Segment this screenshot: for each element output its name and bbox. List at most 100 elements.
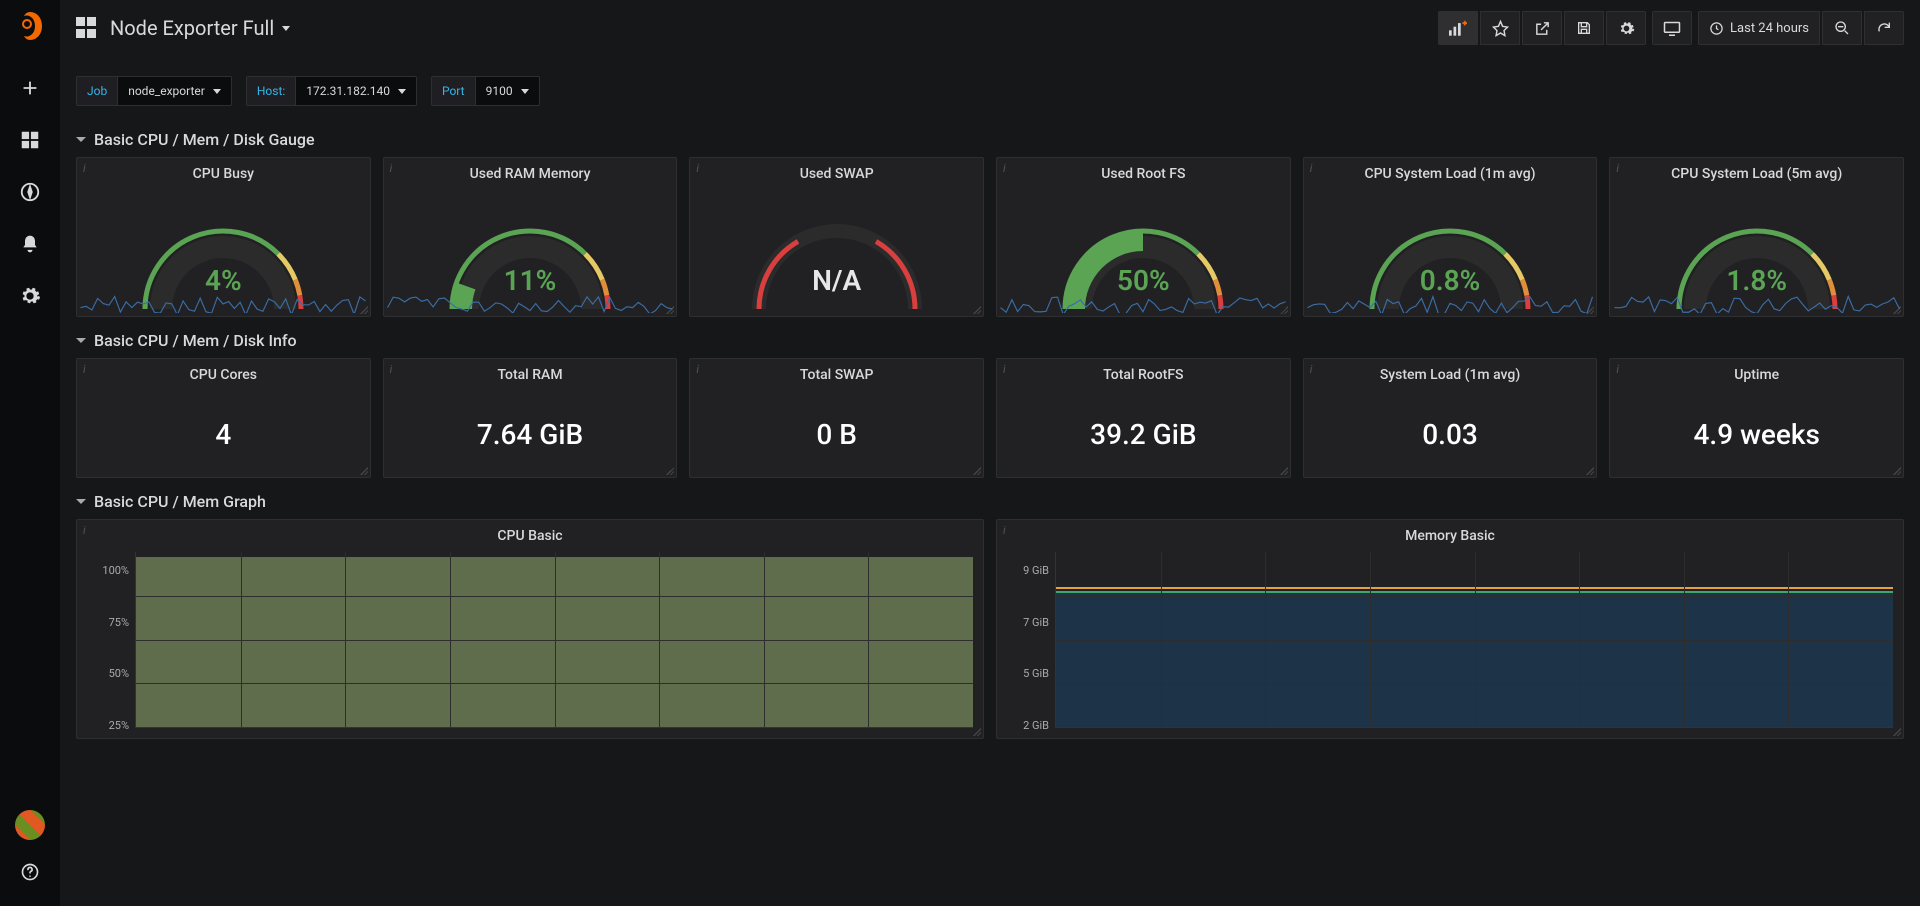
row-title: Basic CPU / Mem Graph xyxy=(94,492,266,511)
panel-gauge[interactable]: i Used Root FS 50% xyxy=(996,157,1291,317)
dashboards-icon[interactable] xyxy=(18,128,42,152)
resize-handle[interactable] xyxy=(969,302,983,316)
panel-stat[interactable]: i CPU Cores 4 xyxy=(76,358,371,478)
var-port-dropdown[interactable]: 9100 xyxy=(475,76,540,106)
mem-chart-area xyxy=(1055,552,1893,728)
dashboard-list-icon[interactable] xyxy=(76,17,98,39)
panel-gauge[interactable]: i Used RAM Memory 11% xyxy=(383,157,678,317)
resize-handle[interactable] xyxy=(969,724,983,738)
help-icon[interactable] xyxy=(20,862,40,886)
panel-title: CPU Basic xyxy=(77,520,983,552)
chevron-down-icon xyxy=(76,499,86,504)
row-toggle-graphs[interactable]: Basic CPU / Mem Graph xyxy=(76,478,1904,519)
gauge: 11% xyxy=(384,193,677,313)
info-icon[interactable]: i xyxy=(390,162,393,175)
panel-memory-basic[interactable]: i Memory Basic 9 GiB7 GiB5 GiB2 GiB xyxy=(996,519,1904,739)
info-icon[interactable]: i xyxy=(83,524,86,537)
resize-handle[interactable] xyxy=(1889,463,1903,477)
info-icon[interactable]: i xyxy=(1003,524,1006,537)
cpu-chart-area xyxy=(135,552,973,728)
alerting-icon[interactable] xyxy=(18,232,42,256)
add-panel-button[interactable] xyxy=(1438,11,1478,45)
panel-stat[interactable]: i Total RAM 7.64 GiB xyxy=(383,358,678,478)
panel-stat[interactable]: i System Load (1m avg) 0.03 xyxy=(1303,358,1598,478)
info-icon[interactable]: i xyxy=(83,363,86,376)
panel-gauge[interactable]: i Used SWAP N/A xyxy=(689,157,984,317)
create-icon[interactable] xyxy=(18,76,42,100)
dashboard-title: Node Exporter Full xyxy=(110,16,274,40)
stat-value: 0.03 xyxy=(1422,418,1478,451)
stat-value: 4.9 weeks xyxy=(1694,418,1820,451)
panel-gauge[interactable]: i CPU System Load (5m avg) 1.8% xyxy=(1609,157,1904,317)
info-icon[interactable]: i xyxy=(1616,162,1619,175)
info-icon[interactable]: i xyxy=(1003,363,1006,376)
time-range-label: Last 24 hours xyxy=(1730,21,1809,36)
resize-handle[interactable] xyxy=(1276,302,1290,316)
resize-handle[interactable] xyxy=(356,463,370,477)
resize-handle[interactable] xyxy=(969,463,983,477)
panel-title: CPU Busy xyxy=(77,158,370,190)
configuration-icon[interactable] xyxy=(18,284,42,308)
panel-stat[interactable]: i Uptime 4.9 weeks xyxy=(1609,358,1904,478)
axis-label: 9 GiB xyxy=(997,564,1049,577)
zoom-out-button[interactable] xyxy=(1822,11,1862,45)
resize-handle[interactable] xyxy=(1582,463,1596,477)
panel-stat[interactable]: i Total RootFS 39.2 GiB xyxy=(996,358,1291,478)
explore-icon[interactable] xyxy=(18,180,42,204)
var-job-dropdown[interactable]: node_exporter xyxy=(117,76,232,106)
info-icon[interactable]: i xyxy=(1616,363,1619,376)
info-icon[interactable]: i xyxy=(83,162,86,175)
row-title: Basic CPU / Mem / Disk Gauge xyxy=(94,130,315,149)
gauge: 4% xyxy=(77,193,370,313)
panel-title: Used Root FS xyxy=(997,158,1290,190)
var-host-dropdown[interactable]: 172.31.182.140 xyxy=(295,76,417,106)
info-icon[interactable]: i xyxy=(1310,363,1313,376)
info-icon[interactable]: i xyxy=(696,162,699,175)
stat-value: 4 xyxy=(215,418,231,451)
chevron-down-icon xyxy=(213,89,221,94)
row-toggle-info[interactable]: Basic CPU / Mem / Disk Info xyxy=(76,317,1904,358)
gauge: 1.8% xyxy=(1610,193,1903,313)
gauge: N/A xyxy=(690,193,983,313)
star-button[interactable] xyxy=(1480,11,1520,45)
var-port-label: Port xyxy=(431,76,475,106)
stat-value: 7.64 GiB xyxy=(477,418,583,451)
info-icon[interactable]: i xyxy=(1003,162,1006,175)
side-menu xyxy=(0,0,60,906)
row-toggle-gauges[interactable]: Basic CPU / Mem / Disk Gauge xyxy=(76,116,1904,157)
panel-cpu-basic[interactable]: i CPU Basic 100%75%50%25% xyxy=(76,519,984,739)
var-job-label: Job xyxy=(76,76,117,106)
info-icon[interactable]: i xyxy=(390,363,393,376)
info-icon[interactable]: i xyxy=(1310,162,1313,175)
info-icon[interactable]: i xyxy=(696,363,699,376)
panel-stat[interactable]: i Total SWAP 0 B xyxy=(689,358,984,478)
resize-handle[interactable] xyxy=(1889,302,1903,316)
axis-label: 25% xyxy=(77,719,129,732)
panel-gauge[interactable]: i CPU System Load (1m avg) 0.8% xyxy=(1303,157,1598,317)
share-button[interactable] xyxy=(1522,11,1562,45)
grafana-logo[interactable] xyxy=(15,10,45,46)
refresh-button[interactable] xyxy=(1864,11,1904,45)
chevron-down-icon xyxy=(521,89,529,94)
save-button[interactable] xyxy=(1564,11,1604,45)
panel-title: Memory Basic xyxy=(997,520,1903,552)
panel-title: Total RootFS xyxy=(997,359,1290,391)
navbar: Node Exporter Full xyxy=(60,0,1920,56)
resize-handle[interactable] xyxy=(1582,302,1596,316)
resize-handle[interactable] xyxy=(356,302,370,316)
settings-button[interactable] xyxy=(1606,11,1646,45)
time-range-picker[interactable]: Last 24 hours xyxy=(1698,11,1820,45)
resize-handle[interactable] xyxy=(1276,463,1290,477)
panel-gauge[interactable]: i CPU Busy 4% xyxy=(76,157,371,317)
resize-handle[interactable] xyxy=(662,302,676,316)
row-title: Basic CPU / Mem / Disk Info xyxy=(94,331,297,350)
panel-title: Used SWAP xyxy=(690,158,983,190)
resize-handle[interactable] xyxy=(662,463,676,477)
user-avatar[interactable] xyxy=(15,810,45,840)
chevron-down-icon xyxy=(398,89,406,94)
gauge: 50% xyxy=(997,193,1290,313)
cycle-view-button[interactable] xyxy=(1652,11,1692,45)
dashboard-title-dropdown[interactable]: Node Exporter Full xyxy=(110,16,290,40)
panel-title: System Load (1m avg) xyxy=(1304,359,1597,391)
resize-handle[interactable] xyxy=(1889,724,1903,738)
